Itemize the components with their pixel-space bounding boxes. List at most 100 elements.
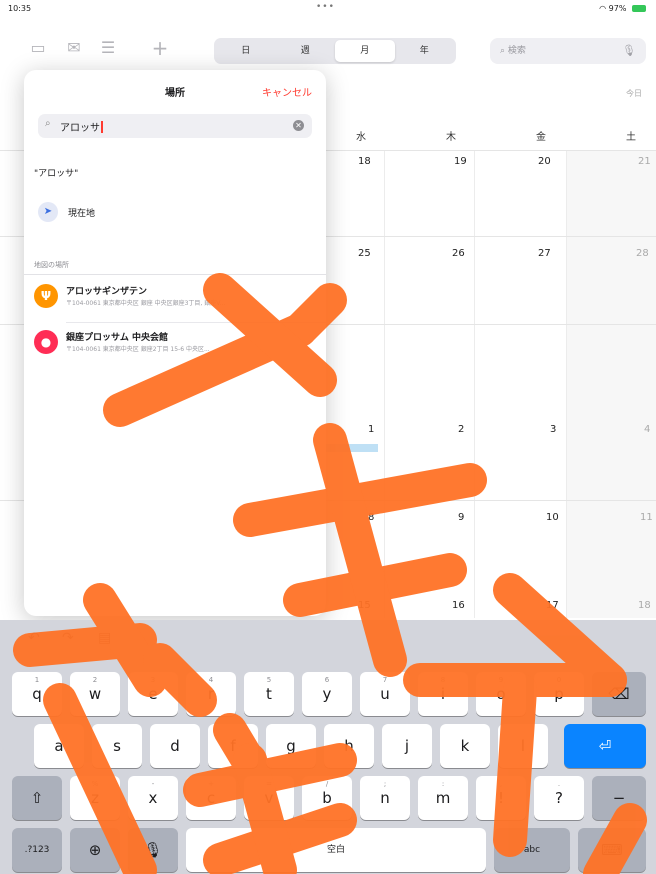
calendar-search-field[interactable]: ⌕ 検索 🎙 — [490, 38, 646, 64]
section-header-map-places: 地図の場所 — [34, 261, 69, 269]
key-z[interactable]: % z — [70, 776, 120, 820]
calendars-icon[interactable]: ▭ — [26, 36, 50, 60]
day-cell[interactable]: 28 — [636, 248, 656, 259]
key-m[interactable]: :m — [418, 776, 468, 820]
segment-month[interactable]: 月 — [335, 40, 395, 62]
key-label: i — [440, 685, 446, 703]
key-g[interactable]: g — [266, 724, 316, 768]
redo-icon[interactable]: ↷ — [62, 630, 74, 646]
day-cell[interactable]: 20 — [538, 156, 628, 167]
key-label: w — [88, 685, 102, 703]
key-j[interactable]: j — [382, 724, 432, 768]
key-sub-label: 5 — [266, 676, 272, 684]
key-v[interactable]: = v — [244, 776, 294, 820]
dash-key[interactable]: − — [592, 776, 646, 820]
return-key[interactable]: ⏎ — [564, 724, 646, 768]
key-t[interactable]: 5t — [244, 672, 294, 716]
key-label: b — [322, 789, 332, 807]
literal-location-row[interactable]: "アロッサ" — [34, 166, 78, 179]
key-sub-label: 7 — [382, 676, 388, 684]
inbox-icon[interactable]: ✉ — [62, 36, 86, 60]
key-exclamation[interactable]: ,! — [476, 776, 526, 820]
day-cell[interactable]: 27 — [538, 248, 628, 259]
key-p[interactable]: 0p — [534, 672, 584, 716]
key-s[interactable]: s — [92, 724, 142, 768]
hide-keyboard-key[interactable]: ⌨ — [578, 828, 646, 872]
day-cell[interactable]: 3 — [550, 424, 640, 435]
list-icon[interactable]: ☰ — [96, 36, 120, 60]
day-cell[interactable]: 25 — [358, 248, 448, 259]
key-f[interactable]: f — [208, 724, 258, 768]
multitask-dots[interactable]: ••• — [316, 2, 335, 12]
key-b[interactable]: / b — [302, 776, 352, 820]
mic-icon[interactable]: 🎙 — [622, 38, 636, 64]
shift-icon: ⇧ — [30, 789, 44, 807]
dictation-key[interactable]: 🎙 — [128, 828, 178, 872]
place-result-row[interactable]: Ψ アロッサギンザテン 〒104-0061 東京都中央区 銀座 中央区銀座3丁目… — [34, 282, 324, 312]
key-r[interactable]: 4r — [186, 672, 236, 716]
globe-key[interactable]: ⊕ — [70, 828, 120, 872]
undo-icon[interactable]: ↶ — [28, 630, 40, 646]
segment-day[interactable]: 日 — [216, 40, 276, 62]
day-cell[interactable]: 19 — [454, 156, 544, 167]
day-cell[interactable]: 15 — [358, 600, 448, 611]
day-cell[interactable]: 11 — [640, 512, 656, 523]
place-result-row[interactable]: ● 銀座プロッサム 中央会館 〒104-0061 東京都中央区 銀座2丁目 15… — [34, 328, 324, 358]
key-u[interactable]: 7u — [360, 672, 410, 716]
key-d[interactable]: d — [150, 724, 200, 768]
day-cell[interactable]: 16 — [452, 600, 542, 611]
key-n[interactable]: ; n — [360, 776, 410, 820]
key-sub-label: 2 — [92, 676, 98, 684]
current-location-row[interactable]: ➤ 現在地 — [38, 202, 318, 224]
day-cell[interactable]: 2 — [458, 424, 548, 435]
key-sub-label: 8 — [440, 676, 446, 684]
key-e[interactable]: 3e — [128, 672, 178, 716]
key-l[interactable]: l — [498, 724, 548, 768]
numbers-key[interactable]: .?123 — [12, 828, 62, 872]
place-address: 〒104-0061 東京都中央区 銀座 中央区銀座3丁目, 銀座V... — [66, 300, 226, 307]
delete-key[interactable]: ⌫ — [592, 672, 646, 716]
place-name: 銀座プロッサム 中央会館 — [66, 333, 168, 343]
wifi-icon: ◠ — [599, 4, 607, 13]
key-o[interactable]: 9o — [476, 672, 526, 716]
day-cell[interactable]: 18 — [358, 156, 448, 167]
key-y[interactable]: 6y — [302, 672, 352, 716]
day-cell[interactable]: 9 — [458, 512, 548, 523]
key-q[interactable]: 1q — [12, 672, 62, 716]
status-bar: 10:35 ••• ◠ 97% — [0, 0, 656, 18]
key-a[interactable]: a — [34, 724, 84, 768]
key-c[interactable]: + c — [186, 776, 236, 820]
clear-text-icon[interactable]: ✕ — [293, 120, 304, 131]
day-cell[interactable]: 26 — [452, 248, 542, 259]
key-sub-label: / — [325, 780, 329, 788]
key-k[interactable]: k — [440, 724, 490, 768]
day-cell[interactable]: 10 — [546, 512, 636, 523]
shift-key[interactable]: ⇧ — [12, 776, 62, 820]
day-cell[interactable]: 1 — [368, 424, 458, 435]
key-x[interactable]: -x — [128, 776, 178, 820]
day-cell[interactable]: 21 — [638, 156, 656, 167]
key-sub-label: 3 — [150, 676, 156, 684]
paste-icon[interactable]: ▤ — [98, 630, 111, 646]
add-icon[interactable]: + — [148, 36, 172, 60]
space-key[interactable]: 空白 — [186, 828, 486, 872]
location-search-input[interactable]: ⌕ アロッサ ✕ — [38, 114, 312, 138]
key-h[interactable]: h — [324, 724, 374, 768]
day-cell[interactable]: 8 — [368, 512, 458, 523]
key-i[interactable]: 8i — [418, 672, 468, 716]
event-bar[interactable] — [326, 444, 378, 452]
day-cell[interactable]: 4 — [644, 424, 656, 435]
calendar-toolbar: ▭ ✉ ☰ + 日 週 月 年 ⌕ 検索 🎙 — [0, 28, 656, 70]
segment-week[interactable]: 週 — [276, 40, 336, 62]
abc-key[interactable]: abc — [494, 828, 570, 872]
delete-backward-icon: ⌫ — [608, 685, 630, 703]
cancel-button[interactable]: キャンセル — [262, 84, 312, 99]
key-w[interactable]: 2w — [70, 672, 120, 716]
segment-year[interactable]: 年 — [395, 40, 455, 62]
today-button[interactable]: 今日 — [626, 88, 642, 99]
day-cell[interactable]: 17 — [546, 600, 636, 611]
key-label: e — [148, 685, 158, 703]
key-question[interactable]: .? — [534, 776, 584, 820]
popover-header: 場所 キャンセル — [24, 70, 326, 110]
day-cell[interactable]: 18 — [638, 600, 656, 611]
